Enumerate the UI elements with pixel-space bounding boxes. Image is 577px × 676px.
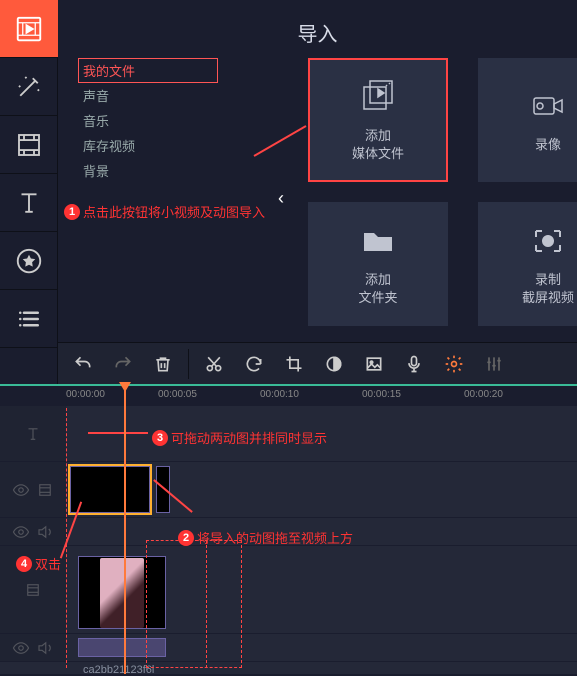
eye-icon [12,523,30,541]
settings-button[interactable] [435,346,473,382]
list-icon [14,304,44,334]
film-play-icon [14,14,44,44]
overlay-audio-head[interactable] [0,518,66,545]
annotation-1: 1点击此按钮将小视频及动图导入 [64,202,265,221]
eye-icon [12,639,30,657]
video-clip[interactable] [78,556,166,629]
video-audio-track[interactable]: ca2bb21123f6l [66,634,577,661]
contrast-button[interactable] [315,346,353,382]
annotation-2: 2将导入的动图拖至视频上方 [178,528,353,547]
source-list: 我的文件 声音 音乐 库存视频 背景 [78,58,218,183]
mic-button[interactable] [395,346,433,382]
text-icon [14,188,44,218]
film-track-icon [24,581,42,599]
eye-icon [12,481,30,499]
chevron-left-icon[interactable]: ‹ [278,188,284,209]
cut-button[interactable] [195,346,233,382]
list-tab[interactable] [0,290,58,348]
overlay-clip-2[interactable] [156,466,170,513]
image-button[interactable] [355,346,393,382]
filmstrip-icon [14,130,44,160]
overlay-track[interactable] [66,462,577,517]
screencast-card[interactable]: 录制截屏视频 [478,202,577,326]
equalizer-button[interactable] [475,346,513,382]
star-tab[interactable] [0,232,58,290]
add-media-card[interactable]: 添加媒体文件 [308,58,448,182]
source-bg[interactable]: 背景 [78,158,218,183]
record-camera-card[interactable]: 录像 [478,58,577,182]
audio-clip[interactable]: ca2bb21123f6l [78,638,166,657]
undo-button[interactable] [64,346,102,382]
tick-label: 00:00:05 [158,389,197,400]
media-tab[interactable] [0,0,58,58]
playhead[interactable] [124,384,126,674]
video-track[interactable] [66,546,577,633]
source-sounds[interactable]: 声音 [78,83,218,108]
crop-button[interactable] [275,346,313,382]
speaker-icon [36,639,54,657]
wand-tab[interactable] [0,58,58,116]
clip-label: ca2bb21123f6l [83,664,154,676]
film-tab[interactable] [0,116,58,174]
source-my-files[interactable]: 我的文件 [78,58,218,83]
folder-icon [358,221,398,261]
rotate-button[interactable] [235,346,273,382]
tick-label: 00:00:10 [260,389,299,400]
redo-button[interactable] [104,346,142,382]
text-track-head[interactable] [0,406,66,461]
annotation-3: 3可拖动两动图并排同时显示 [152,428,327,447]
source-stock[interactable]: 库存视频 [78,133,218,158]
media-files-icon [358,77,398,117]
delete-button[interactable] [144,346,182,382]
screencast-icon [528,221,568,261]
tick-label: 00:00:15 [362,389,401,400]
tick-label: 00:00:20 [464,389,503,400]
add-folder-card[interactable]: 添加文件夹 [308,202,448,326]
text-track-icon [24,425,42,443]
star-circle-icon [14,246,44,276]
source-music[interactable]: 音乐 [78,108,218,133]
timeline-toolbar [58,342,577,384]
page-title: 导入 [58,0,577,57]
overlay-clip-1[interactable] [70,466,150,513]
magic-wand-icon [14,72,44,102]
video-audio-head[interactable] [0,634,66,661]
tick-label: 00:00:00 [66,389,105,400]
speaker-icon [36,523,54,541]
camera-icon [528,86,568,126]
timeline-ruler[interactable]: 00:00:00 00:00:05 00:00:10 00:00:15 00:0… [0,384,577,406]
text-tab[interactable] [0,174,58,232]
annotation-4: 4双击 [16,554,61,573]
film-track-icon [36,481,54,499]
overlay-track-head[interactable] [0,462,66,517]
